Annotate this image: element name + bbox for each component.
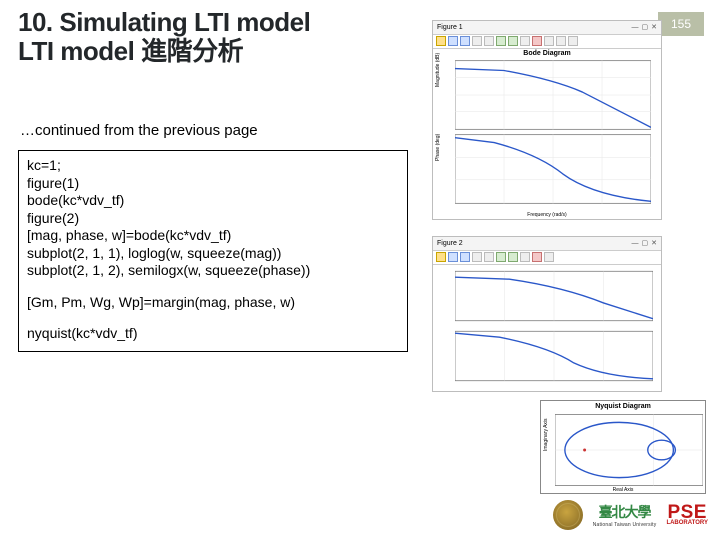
close-icon: ✕ <box>651 21 657 35</box>
ylabel-nyq: Imaginary Axis <box>543 418 549 451</box>
bode-phase-plot: 0 -90 -180 10⁻² 10⁰ 10² <box>455 133 651 205</box>
toolbar-pointer-icon <box>484 36 494 46</box>
close-icon: ✕ <box>651 237 657 251</box>
university-name-en: National Taiwan University <box>593 522 657 528</box>
xlabel-bode: Frequency (rad/s) <box>433 212 661 218</box>
figure-title-text: Figure 1 <box>437 21 463 34</box>
university-seal-icon <box>553 500 583 530</box>
title-line-1: 10. Simulating LTI model <box>18 8 358 37</box>
loglog-mag-plot: 10⁰ 10⁻² 10⁻⁴ <box>455 269 653 323</box>
maximize-icon: ▢ <box>642 237 649 251</box>
toolbar-print-icon <box>472 36 482 46</box>
toolbar-zoomout-icon <box>508 36 518 46</box>
toolbar-zoomout-icon <box>508 252 518 262</box>
code-line: subplot(2, 1, 1), loglog(w, squeeze(mag)… <box>27 245 399 263</box>
toolbar-rotate-icon <box>532 252 542 262</box>
code-line: [Gm, Pm, Wg, Wp]=margin(mag, phase, w) <box>27 294 399 312</box>
code-line: nyquist(kc*vdv_tf) <box>27 325 399 343</box>
toolbar-open-icon <box>448 36 458 46</box>
semilogx-phase-plot: 0 -100 -200 10⁻² 10⁰ 10² <box>455 329 653 383</box>
pse-logo-sub: LABORATORY <box>666 521 708 526</box>
figure-titlebar: Figure 2 — ▢ ✕ <box>433 237 661 251</box>
xlabel-nyq: Real Axis <box>541 487 705 493</box>
matlab-figure-1: Figure 1 — ▢ ✕ Bode Diagram 0 -20 -40 <box>432 20 662 220</box>
page-number-badge: 155 <box>658 12 704 36</box>
toolbar-open-icon <box>448 252 458 262</box>
matlab-figure-2: Figure 2 — ▢ ✕ 10⁰ 10⁻² 10⁻⁴ <box>432 236 662 392</box>
page-title: 10. Simulating LTI model LTI model 進階分析 <box>18 8 358 66</box>
code-line: kc=1; <box>27 157 399 175</box>
university-name-zh: 臺北大學 <box>599 502 651 522</box>
nyquist-figure: Nyquist Diagram Imaginary Axis Real Axis <box>540 400 706 494</box>
figure-toolbar <box>433 35 661 49</box>
code-line: figure(2) <box>27 210 399 228</box>
toolbar-print-icon <box>472 252 482 262</box>
toolbar-save-icon <box>460 252 470 262</box>
code-line: figure(1) <box>27 175 399 193</box>
pse-logo: PSE LABORATORY <box>666 504 708 526</box>
toolbar-new-icon <box>436 36 446 46</box>
minimize-icon: — <box>632 237 639 251</box>
toolbar-pan-icon <box>520 252 530 262</box>
plot-area-bode: Bode Diagram 0 -20 -40 -60 -80 Magnitude… <box>433 49 661 219</box>
toolbar-new-icon <box>436 252 446 262</box>
window-controls: — ▢ ✕ <box>632 237 658 250</box>
chart-title: Bode Diagram <box>433 50 661 57</box>
bode-mag-plot: 0 -20 -40 -60 -80 <box>455 59 651 131</box>
toolbar-zoomin-icon <box>496 252 506 262</box>
code-line: [mag, phase, w]=bode(kc*vdv_tf) <box>27 227 399 245</box>
toolbar-save-icon <box>460 36 470 46</box>
toolbar-rotate-icon <box>532 36 542 46</box>
chart-title: Nyquist Diagram <box>541 403 705 410</box>
minimize-icon: — <box>632 21 639 35</box>
university-name: 臺北大學 National Taiwan University <box>593 502 657 528</box>
figure-title-text: Figure 2 <box>437 237 463 250</box>
toolbar-datatip-icon <box>544 36 554 46</box>
code-line: bode(kc*vdv_tf) <box>27 192 399 210</box>
nyquist-plot <box>555 413 703 487</box>
continued-note: …continued from the previous page <box>20 122 258 139</box>
ylabel-phase: Phase (deg) <box>435 134 441 161</box>
code-line: subplot(2, 1, 2), semilogx(w, squeeze(ph… <box>27 262 399 280</box>
toolbar-zoomin-icon <box>496 36 506 46</box>
pse-logo-text: PSE <box>666 504 708 521</box>
toolbar-pan-icon <box>520 36 530 46</box>
toolbar-pointer-icon <box>484 252 494 262</box>
window-controls: — ▢ ✕ <box>632 21 658 34</box>
footer-logos: 臺北大學 National Taiwan University PSE LABO… <box>553 500 708 530</box>
figure-toolbar <box>433 251 661 265</box>
code-block: kc=1; figure(1) bode(kc*vdv_tf) figure(2… <box>18 150 408 352</box>
plot-area-fig2: 10⁰ 10⁻² 10⁻⁴ 0 -100 -200 10⁻² 10⁰ 10² <box>433 265 661 391</box>
toolbar-datatip-icon <box>544 252 554 262</box>
title-line-2: LTI model 進階分析 <box>18 37 358 66</box>
toolbar-link-icon <box>568 36 578 46</box>
toolbar-brush-icon <box>556 36 566 46</box>
figure-titlebar: Figure 1 — ▢ ✕ <box>433 21 661 35</box>
maximize-icon: ▢ <box>642 21 649 35</box>
ylabel-mag: Magnitude (dB) <box>435 53 441 87</box>
